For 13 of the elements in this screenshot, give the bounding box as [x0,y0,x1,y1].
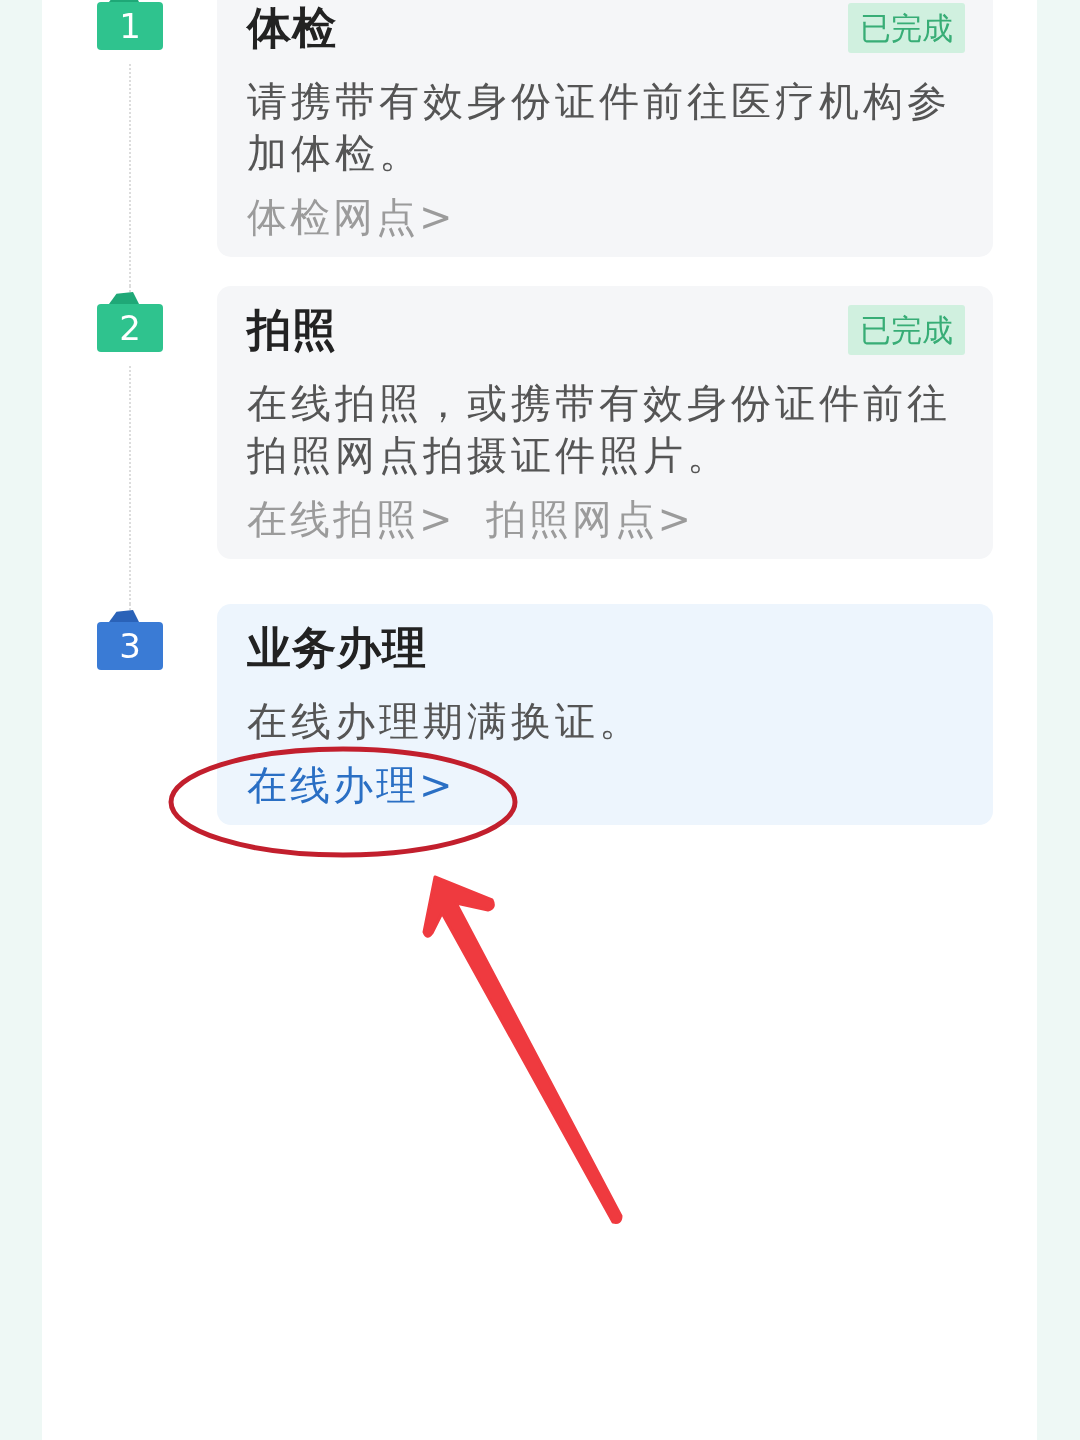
step-link[interactable]: 在线办理> [247,759,456,811]
step-description: 请携带有效身份证件前往医疗机构参加体检。 [247,77,952,178]
step-link[interactable]: 拍照网点> [485,493,695,545]
step-description: 在线办理期满换证。 [247,697,644,746]
step-title: 拍照 [247,304,337,356]
step-description: 在线拍照，或携带有效身份证件前往拍照网点拍摄证件照片。 [247,379,952,480]
step-link[interactable]: 在线拍照> [247,493,456,545]
step-number-badge: 1 [97,0,163,50]
step-link[interactable]: 体检网点> [247,191,456,243]
step-title: 业务办理 [247,622,427,674]
step-title: 体检 [247,2,337,54]
status-badge: 已完成 [848,3,965,53]
status-badge: 已完成 [848,305,965,355]
